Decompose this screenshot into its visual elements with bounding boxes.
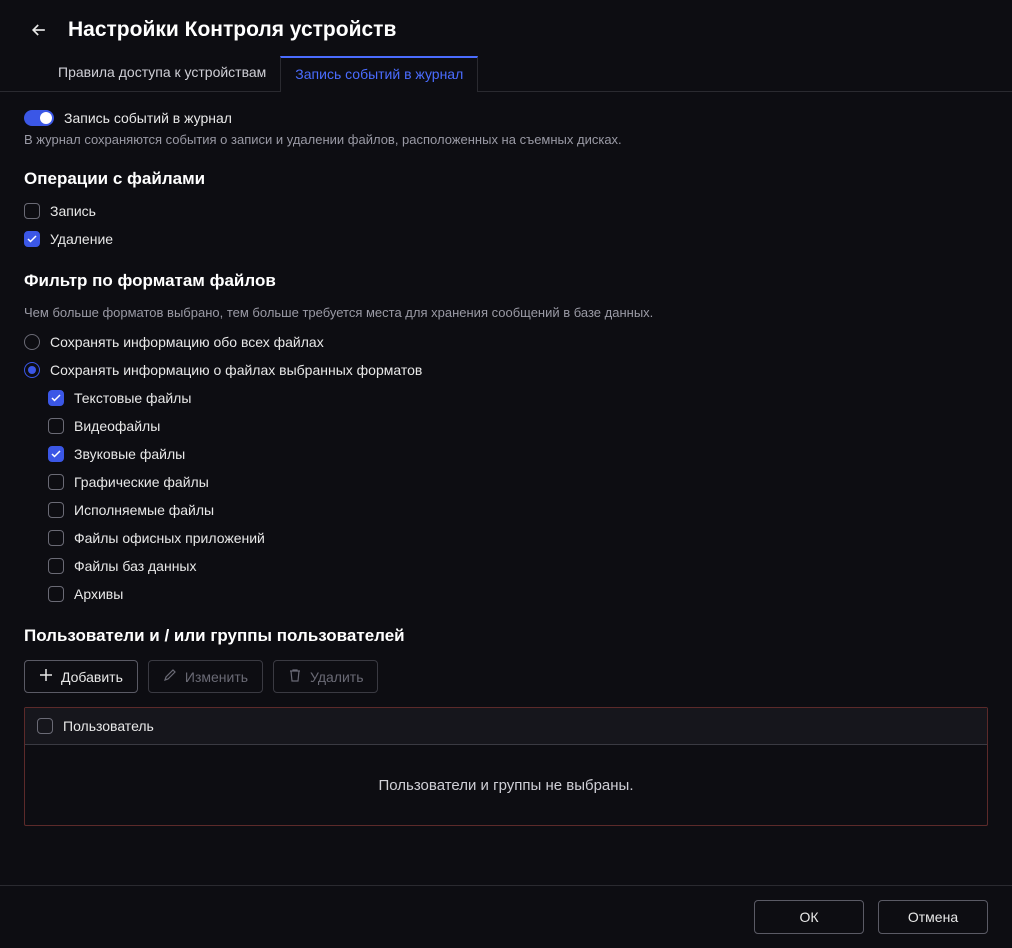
format-label: Графические файлы — [74, 474, 209, 490]
pencil-icon — [163, 668, 177, 685]
trash-icon — [288, 668, 302, 685]
plus-icon — [39, 668, 53, 685]
format-label: Звуковые файлы — [74, 446, 185, 462]
edit-button-label: Изменить — [185, 669, 248, 685]
checkbox-icon — [48, 558, 64, 574]
format-label: Архивы — [74, 586, 123, 602]
checkbox-db-files[interactable]: Файлы баз данных — [48, 558, 988, 574]
checkbox-icon — [48, 502, 64, 518]
add-button[interactable]: Добавить — [24, 660, 138, 693]
checkbox-icon — [48, 474, 64, 490]
select-all-checkbox[interactable] — [37, 718, 53, 734]
checkbox-write[interactable]: Запись — [24, 203, 988, 219]
checkbox-video-files[interactable]: Видеофайлы — [48, 418, 988, 434]
cancel-button[interactable]: Отмена — [878, 900, 988, 934]
checkbox-icon — [48, 418, 64, 434]
table-empty-message: Пользователи и группы не выбраны. — [25, 745, 987, 825]
checkbox-icon — [24, 231, 40, 247]
radio-all-files[interactable]: Сохранять информацию обо всех файлах — [24, 334, 988, 350]
users-table: Пользователь Пользователи и группы не вы… — [24, 707, 988, 826]
format-label: Файлы баз данных — [74, 558, 197, 574]
checkbox-write-label: Запись — [50, 203, 96, 219]
checkbox-icon — [48, 530, 64, 546]
checkbox-delete[interactable]: Удаление — [24, 231, 988, 247]
radio-icon — [24, 334, 40, 350]
format-label: Файлы офисных приложений — [74, 530, 265, 546]
radio-selected-formats-label: Сохранять информацию о файлах выбранных … — [50, 362, 422, 378]
radio-selected-formats[interactable]: Сохранять информацию о файлах выбранных … — [24, 362, 988, 378]
checkbox-delete-label: Удаление — [50, 231, 113, 247]
checkbox-icon — [48, 390, 64, 406]
format-label: Исполняемые файлы — [74, 502, 214, 518]
checkbox-graphic-files[interactable]: Графические файлы — [48, 474, 988, 490]
section-users-title: Пользователи и / или группы пользователе… — [24, 626, 988, 646]
edit-button: Изменить — [148, 660, 263, 693]
checkbox-icon — [48, 446, 64, 462]
checkbox-archive-files[interactable]: Архивы — [48, 586, 988, 602]
checkbox-icon — [48, 586, 64, 602]
back-arrow-icon[interactable] — [28, 19, 50, 41]
checkbox-icon — [24, 203, 40, 219]
format-label: Текстовые файлы — [74, 390, 191, 406]
logging-toggle-label: Запись событий в журнал — [64, 110, 232, 126]
checkbox-text-files[interactable]: Текстовые файлы — [48, 390, 988, 406]
logging-toggle[interactable] — [24, 110, 54, 126]
section-file-ops-title: Операции с файлами — [24, 169, 988, 189]
tab-access-rules[interactable]: Правила доступа к устройствам — [44, 56, 280, 91]
logging-hint: В журнал сохраняются события о записи и … — [24, 132, 988, 147]
checkbox-exec-files[interactable]: Исполняемые файлы — [48, 502, 988, 518]
radio-all-files-label: Сохранять информацию обо всех файлах — [50, 334, 324, 350]
delete-button: Удалить — [273, 660, 378, 693]
tab-logging[interactable]: Запись событий в журнал — [280, 56, 478, 92]
ok-button[interactable]: ОК — [754, 900, 864, 934]
section-filter-title: Фильтр по форматам файлов — [24, 271, 988, 291]
page-title: Настройки Контроля устройств — [68, 18, 396, 42]
radio-icon — [24, 362, 40, 378]
add-button-label: Добавить — [61, 669, 123, 685]
format-label: Видеофайлы — [74, 418, 160, 434]
checkbox-audio-files[interactable]: Звуковые файлы — [48, 446, 988, 462]
checkbox-office-files[interactable]: Файлы офисных приложений — [48, 530, 988, 546]
column-user-header: Пользователь — [63, 718, 154, 734]
delete-button-label: Удалить — [310, 669, 363, 685]
filter-hint: Чем больше форматов выбрано, тем больше … — [24, 305, 988, 320]
